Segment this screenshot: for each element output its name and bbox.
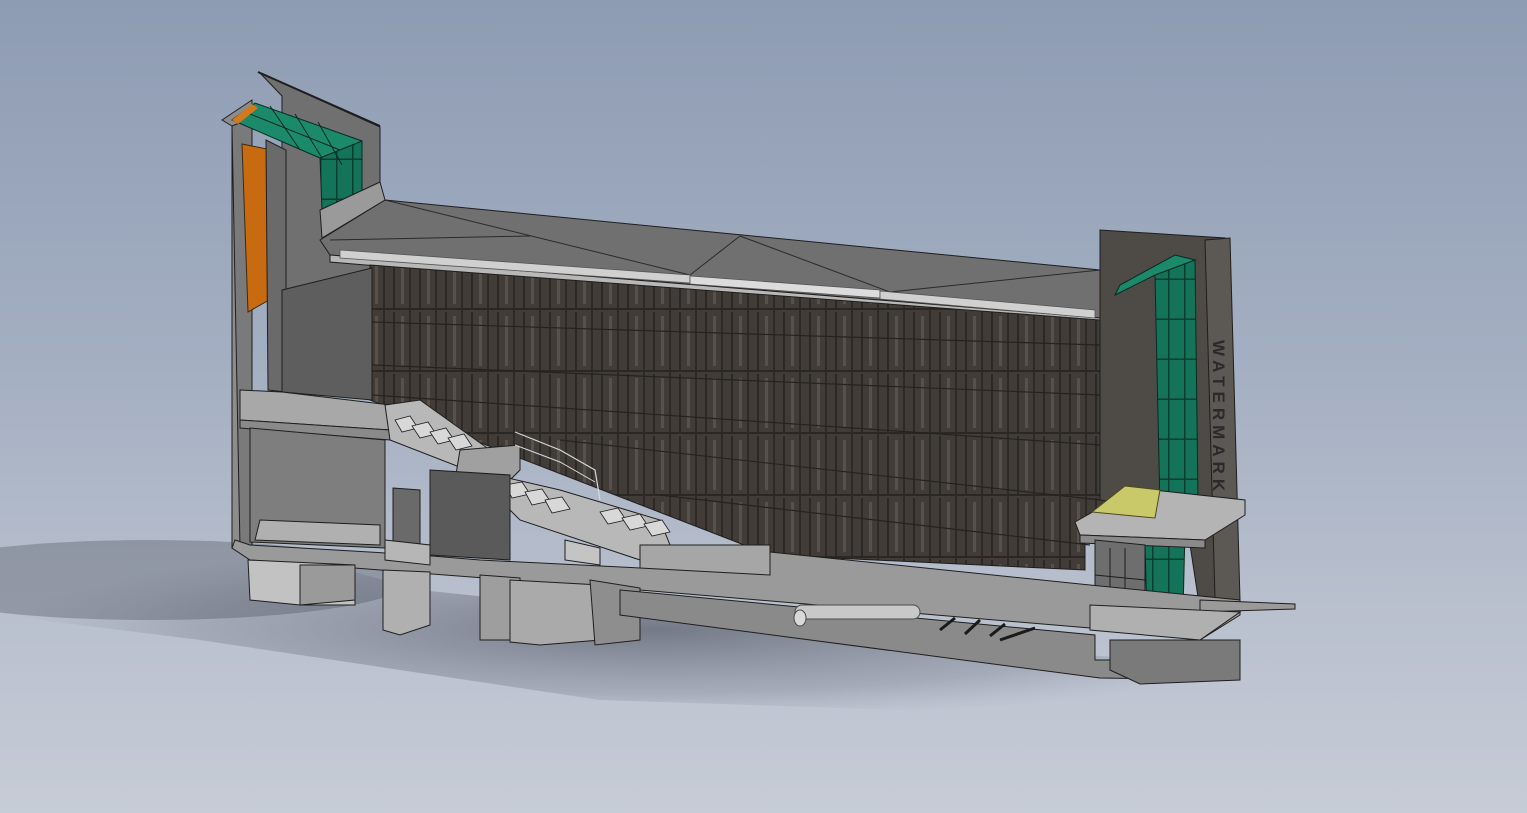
cad-viewport[interactable]: WATERMARK — [0, 0, 1527, 813]
right-tower[interactable]: WATERMARK — [1074, 229, 1246, 621]
watermark-sign: WATERMARK — [1209, 340, 1228, 496]
sign-text: WATERMARK — [1209, 340, 1228, 496]
building-model[interactable]: WATERMARK — [0, 0, 1527, 813]
